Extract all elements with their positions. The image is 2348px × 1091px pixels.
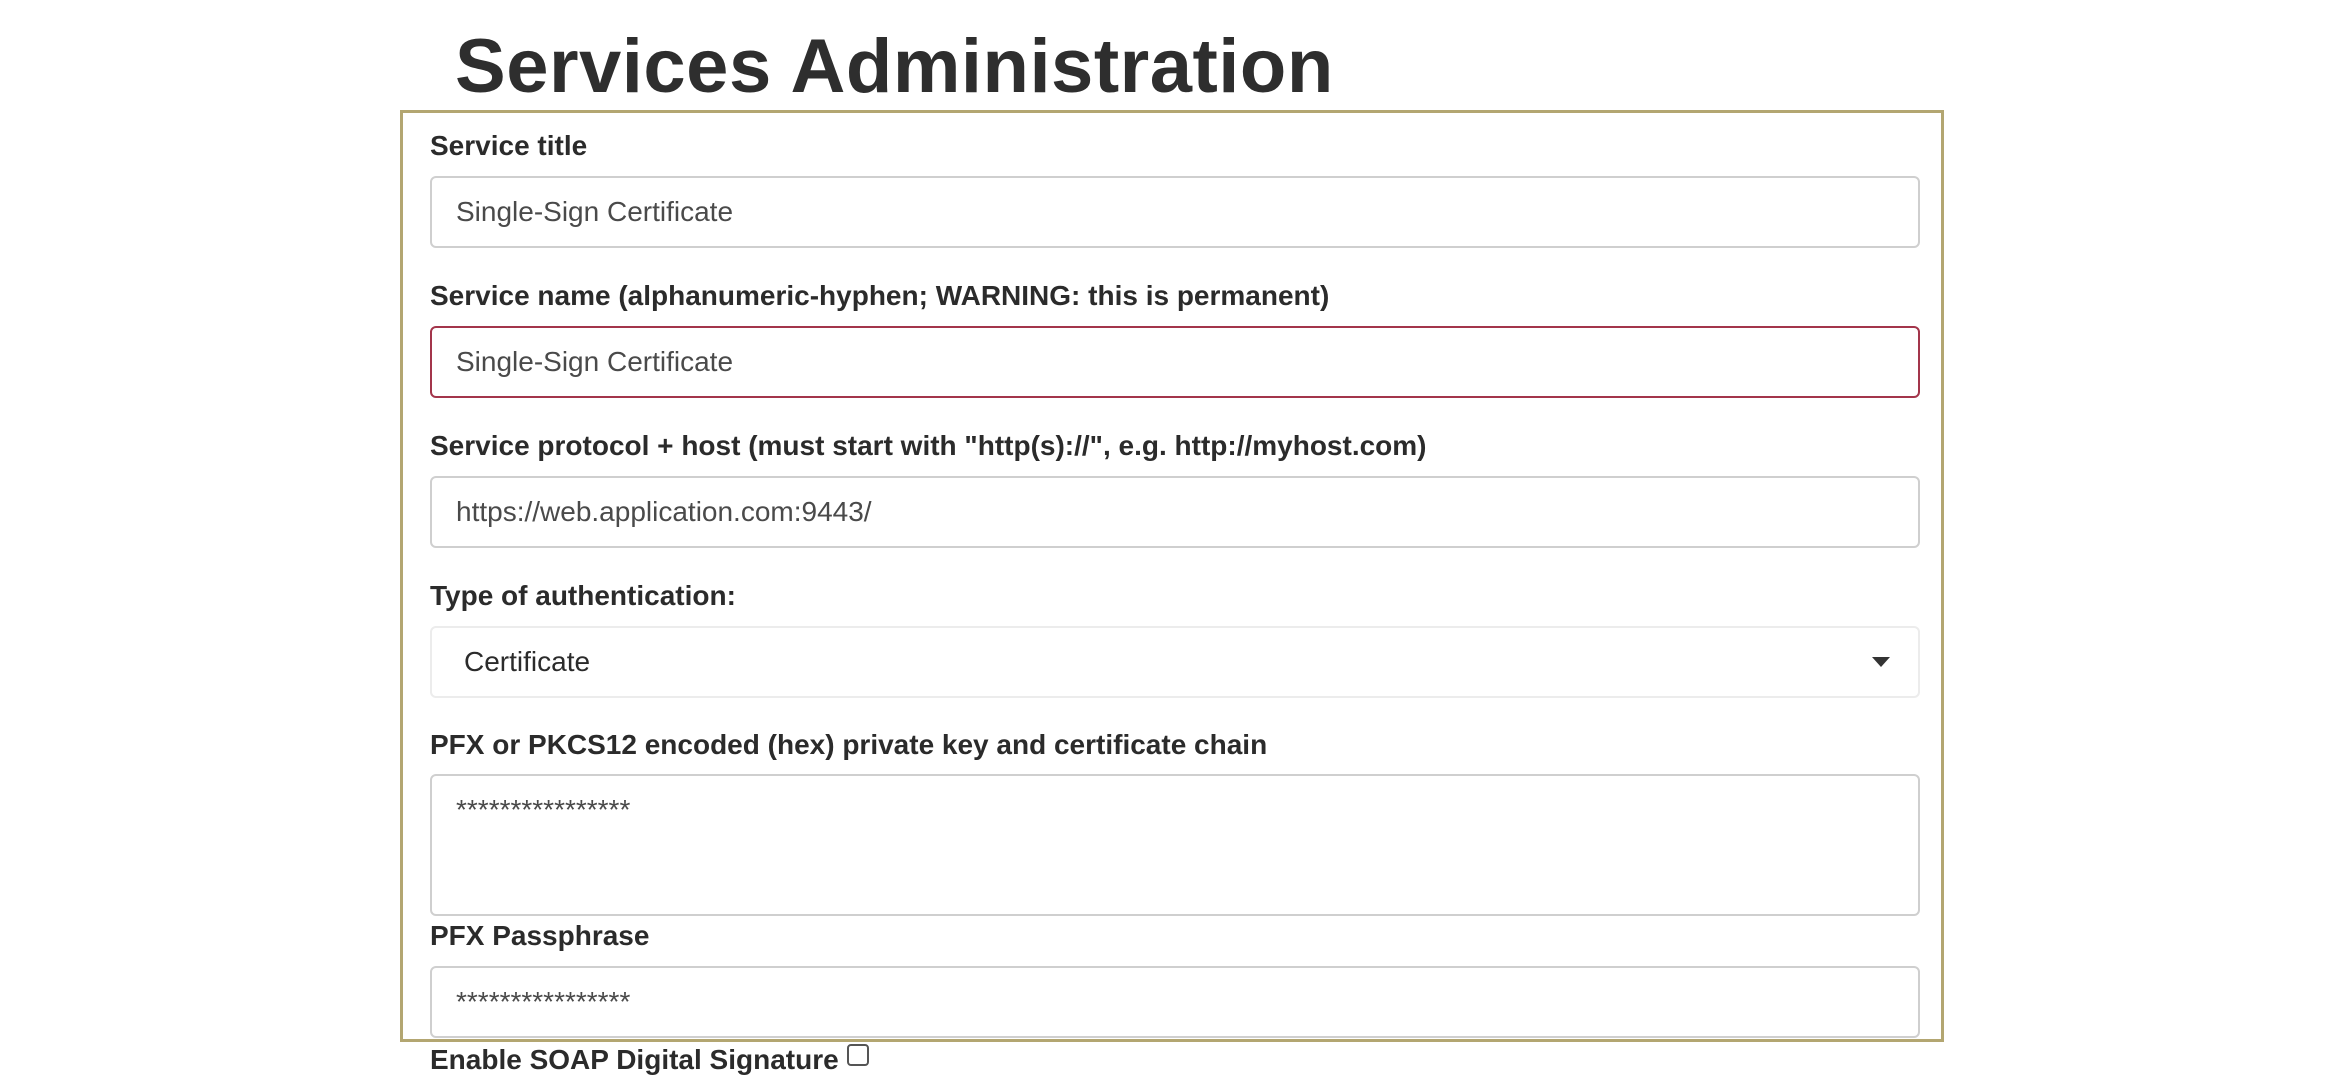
service-name-label: Service name (alphanumeric-hyphen; WARNI… xyxy=(430,280,1330,311)
service-title-input[interactable] xyxy=(430,176,1920,248)
soap-signature-row: Enable SOAP Digital Signature xyxy=(430,1042,869,1078)
auth-type-selected-value: Certificate xyxy=(464,646,591,677)
pfx-key-label: PFX or PKCS12 encoded (hex) private key … xyxy=(430,729,1268,760)
auth-type-select[interactable]: Certificate xyxy=(430,626,1920,698)
soap-signature-checkbox[interactable] xyxy=(846,1044,869,1066)
auth-type-label: Type of authentication: xyxy=(430,580,736,611)
pfx-passphrase-input[interactable] xyxy=(430,966,1920,1038)
pfx-key-textarea[interactable]: **************** xyxy=(430,774,1920,916)
service-name-input[interactable] xyxy=(430,326,1920,398)
service-host-label: Service protocol + host (must start with… xyxy=(430,430,1427,461)
service-host-input[interactable] xyxy=(430,476,1920,548)
soap-signature-label: Enable SOAP Digital Signature xyxy=(430,1044,839,1075)
page-title: Services Administration xyxy=(455,24,1334,109)
pfx-passphrase-label: PFX Passphrase xyxy=(430,920,650,951)
service-title-label: Service title xyxy=(430,130,588,161)
caret-down-icon xyxy=(1872,657,1890,667)
